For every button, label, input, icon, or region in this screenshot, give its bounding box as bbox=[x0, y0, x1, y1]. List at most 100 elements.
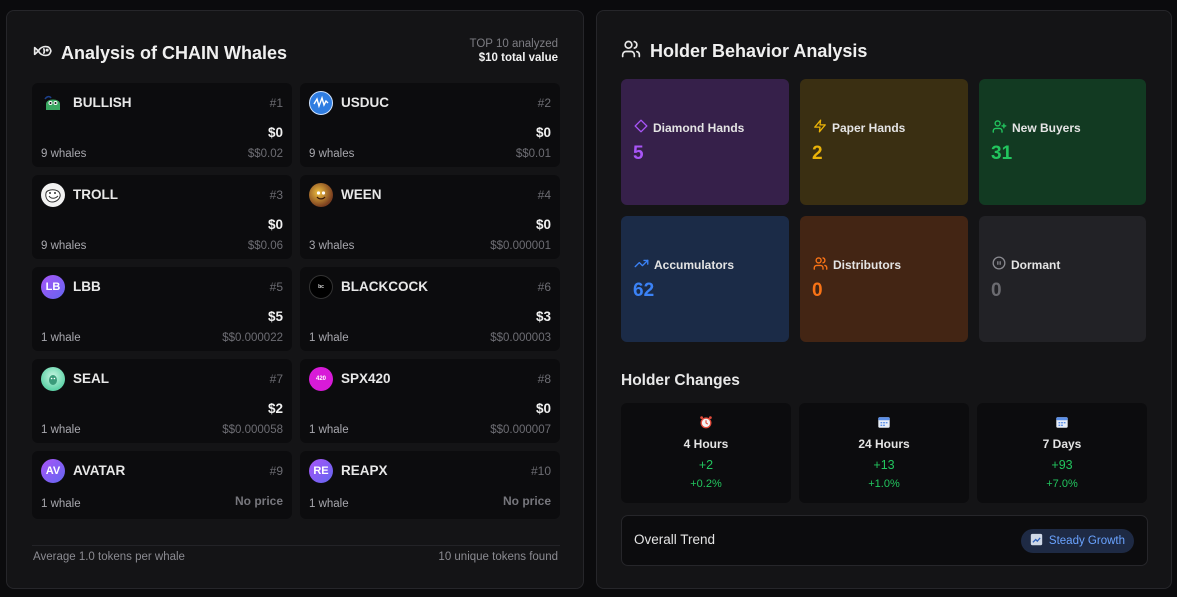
token-price: $$0.000001 bbox=[490, 240, 551, 252]
token-card-lbb[interactable]: LB LBB #5 $5 $$0.000022 1 whale bbox=[32, 267, 292, 351]
token-rank: #3 bbox=[269, 188, 283, 202]
holder-changes-title: Holder Changes bbox=[621, 372, 740, 389]
token-symbol: BULLISH bbox=[73, 95, 132, 110]
token-card-spx420[interactable]: 420 SPX420 #8 $0 $$0.000007 1 whale bbox=[300, 359, 560, 443]
behavior-label: Paper Hands bbox=[832, 120, 906, 135]
trend-badge-label: Steady Growth bbox=[1048, 535, 1125, 547]
overall-trend-card: Overall Trend Steady Growth bbox=[621, 515, 1148, 566]
trend-badge: Steady Growth bbox=[1020, 529, 1134, 553]
calendar-icon bbox=[977, 415, 1147, 429]
token-value: $2 bbox=[267, 401, 283, 416]
token-whale-count: 1 whale bbox=[41, 498, 81, 510]
token-price: $$0.06 bbox=[247, 240, 283, 252]
diamond-icon bbox=[634, 119, 648, 136]
pause-circle-icon bbox=[992, 256, 1006, 273]
behavior-label: Dormant bbox=[1011, 257, 1061, 272]
token-card-avatar[interactable]: AV AVATAR #9 No price 1 whale bbox=[32, 451, 292, 519]
token-value: $0 bbox=[535, 401, 551, 416]
token-symbol: BLACKCOCK bbox=[341, 279, 428, 294]
token-whale-count: 1 whale bbox=[309, 424, 349, 436]
behavior-label-row: Distributors bbox=[813, 256, 901, 274]
spx420-logo-icon: 420 bbox=[309, 367, 333, 391]
overall-trend-label: Overall Trend bbox=[634, 532, 716, 547]
users-icon bbox=[621, 39, 641, 64]
initials-avatar-icon: AV bbox=[41, 459, 65, 483]
behavior-label-row: Dormant bbox=[992, 256, 1060, 273]
holder-change-7-days: 7 Days +93 +7.0% bbox=[977, 403, 1147, 503]
token-rank: #7 bbox=[269, 372, 283, 386]
token-rank: #8 bbox=[537, 372, 551, 386]
alarm-clock-icon bbox=[621, 415, 791, 429]
behavior-label-row: New Buyers bbox=[992, 119, 1081, 137]
token-value: $0 bbox=[535, 217, 551, 232]
token-value: $0 bbox=[267, 125, 283, 140]
token-price: $$0.01 bbox=[515, 148, 551, 160]
trending-up-icon bbox=[634, 256, 649, 274]
behavior-label: New Buyers bbox=[1012, 121, 1081, 135]
chart-up-icon bbox=[1030, 533, 1043, 549]
behavior-label-row: Paper Hands bbox=[813, 119, 905, 136]
behavior-card-dormant: Dormant 0 bbox=[979, 216, 1146, 342]
token-price: $$0.000007 bbox=[490, 424, 551, 436]
token-whale-count: 1 whale bbox=[309, 332, 349, 344]
change-period: 24 Hours bbox=[858, 437, 910, 451]
token-card-seal[interactable]: SEAL #7 $2 $$0.000058 1 whale bbox=[32, 359, 292, 443]
change-percent: +1.0% bbox=[868, 478, 900, 490]
token-card-usduc[interactable]: USDUC #2 $0 $$0.01 9 whales bbox=[300, 83, 560, 167]
token-rank: #6 bbox=[537, 280, 551, 294]
token-value: $5 bbox=[267, 309, 283, 324]
behavior-count: 0 bbox=[991, 280, 1002, 301]
token-card-bullish[interactable]: BULLISH #1 $0 $$0.02 9 whales bbox=[32, 83, 292, 167]
token-whale-count: 3 whales bbox=[309, 240, 355, 252]
token-grid: BULLISH #1 $0 $$0.02 9 whales USDUC #2 $0 $$0.01… bbox=[32, 83, 560, 519]
token-rank: #9 bbox=[269, 464, 283, 478]
change-period: 4 Hours bbox=[683, 437, 729, 451]
token-card-ween[interactable]: WEEN #4 $0 $$0.000001 3 whales bbox=[300, 175, 560, 259]
behavior-grid: Diamond Hands 5 Paper Hands 2 New Buyers… bbox=[621, 79, 1146, 342]
change-percent: +7.0% bbox=[1046, 478, 1078, 490]
users-icon bbox=[813, 256, 828, 274]
token-value: $3 bbox=[535, 309, 551, 324]
behavior-card-paper-hands: Paper Hands 2 bbox=[800, 79, 968, 205]
initials-avatar-icon: LB bbox=[41, 275, 65, 299]
token-value: $0 bbox=[535, 125, 551, 140]
token-card-reapx[interactable]: RE REAPX #10 No price 1 whale bbox=[300, 451, 560, 519]
token-whale-count: 1 whale bbox=[309, 498, 349, 510]
token-whale-count: 9 whales bbox=[41, 240, 87, 252]
whales-panel: Analysis of CHAIN Whales TOP 10 analyzed… bbox=[6, 10, 584, 589]
behavior-count: 5 bbox=[633, 143, 644, 164]
behavior-count: 2 bbox=[812, 143, 823, 164]
token-rank: #2 bbox=[537, 96, 551, 110]
token-rank: #1 bbox=[269, 96, 283, 110]
behavior-label-row: Diamond Hands bbox=[634, 119, 744, 136]
troll-face-icon bbox=[41, 183, 65, 207]
analyzed-count: TOP 10 analyzed bbox=[469, 38, 558, 50]
behavior-card-distributors: Distributors 0 bbox=[800, 216, 968, 342]
blackcock-logo-icon: bc bbox=[309, 275, 333, 299]
token-price: $$0.02 bbox=[247, 148, 283, 160]
initials-avatar-icon: RE bbox=[309, 459, 333, 483]
behavior-count: 0 bbox=[812, 280, 823, 301]
change-percent: +0.2% bbox=[690, 478, 722, 490]
holder-change-4-hours: 4 Hours +2 +0.2% bbox=[621, 403, 791, 503]
change-count: +2 bbox=[698, 458, 714, 472]
token-card-blackcock[interactable]: bc BLACKCOCK #6 $3 $$0.000003 1 whale bbox=[300, 267, 560, 351]
calendar-icon bbox=[799, 415, 969, 429]
behavior-panel: Holder Behavior Analysis Diamond Hands 5… bbox=[596, 10, 1172, 589]
change-count: +13 bbox=[873, 458, 895, 472]
token-card-troll[interactable]: TROLL #3 $0 $$0.06 9 whales bbox=[32, 175, 292, 259]
behavior-label: Diamond Hands bbox=[653, 120, 745, 135]
user-plus-icon bbox=[992, 119, 1007, 137]
token-whale-count: 9 whales bbox=[41, 148, 87, 160]
seal-avatar-icon bbox=[41, 367, 65, 391]
token-rank: #10 bbox=[530, 464, 551, 478]
token-price: $$0.000003 bbox=[490, 332, 551, 344]
behavior-count: 31 bbox=[991, 143, 1013, 164]
average-tokens-text: Average 1.0 tokens per whale bbox=[33, 551, 185, 563]
token-rank: #5 bbox=[269, 280, 283, 294]
token-symbol: SEAL bbox=[73, 371, 110, 386]
token-whale-count: 1 whale bbox=[41, 424, 81, 436]
behavior-card-diamond-hands: Diamond Hands 5 bbox=[621, 79, 789, 205]
token-symbol: AVATAR bbox=[73, 463, 126, 478]
behavior-card-accumulators: Accumulators 62 bbox=[621, 216, 789, 342]
